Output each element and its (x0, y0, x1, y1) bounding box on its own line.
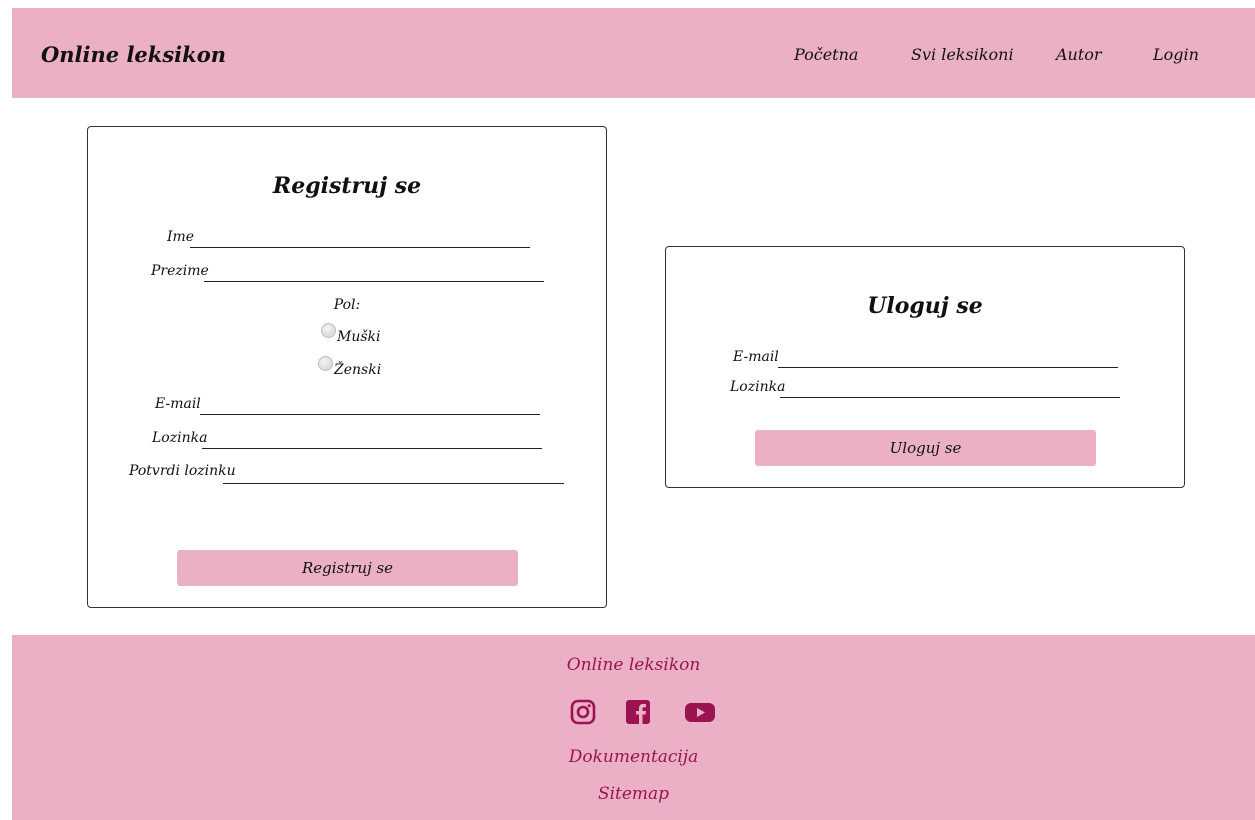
youtube-icon[interactable] (684, 699, 716, 725)
login-password-input[interactable] (780, 381, 1120, 398)
confirm-password-label: Potvrdi lozinku (129, 463, 236, 479)
password-label: Lozinka (152, 430, 208, 446)
footer-brand: Online leksikon (566, 655, 701, 675)
gender-male-radio[interactable] (321, 323, 336, 338)
nav-link-login[interactable]: Login (1153, 45, 1199, 64)
top-navbar: Online leksikon Početna Svi leksikoni Au… (12, 8, 1255, 98)
brand-logo[interactable]: Online leksikon (41, 42, 226, 67)
last-name-input[interactable] (204, 265, 544, 282)
footer-link-sitemap[interactable]: Sitemap (12, 784, 1255, 804)
email-label: E-mail (155, 396, 201, 412)
gender-female-radio[interactable] (318, 356, 333, 371)
footer-link-documentation[interactable]: Dokumentacija (12, 747, 1255, 767)
instagram-icon[interactable] (570, 699, 596, 725)
login-card: Uloguj se E-mail Lozinka Uloguj se (665, 246, 1185, 488)
login-password-label: Lozinka (730, 379, 786, 395)
register-title: Registruj se (272, 173, 422, 199)
last-name-label: Prezime (151, 263, 209, 279)
nav-link-home[interactable]: Početna (794, 45, 858, 64)
first-name-input[interactable] (190, 231, 530, 248)
register-button[interactable]: Registruj se (177, 550, 518, 586)
gender-female-label: Ženski (334, 362, 382, 378)
confirm-password-input[interactable] (223, 467, 564, 484)
login-title: Uloguj se (867, 293, 983, 319)
login-email-label: E-mail (733, 349, 779, 365)
nav-link-all-lexicons[interactable]: Svi leksikoni (911, 45, 1014, 64)
footer: Online leksikon Dokumentacija Sitemap (12, 635, 1255, 820)
register-email-input[interactable] (200, 398, 540, 415)
login-email-input[interactable] (778, 351, 1118, 368)
register-card: Registruj se Ime Prezime Pol: Muški Žens… (87, 126, 607, 608)
register-password-input[interactable] (202, 432, 542, 449)
gender-label: Pol: (333, 297, 361, 313)
gender-male-label: Muški (337, 329, 381, 345)
facebook-icon[interactable] (625, 699, 651, 725)
login-button[interactable]: Uloguj se (755, 430, 1096, 466)
nav-link-author[interactable]: Autor (1056, 45, 1102, 64)
